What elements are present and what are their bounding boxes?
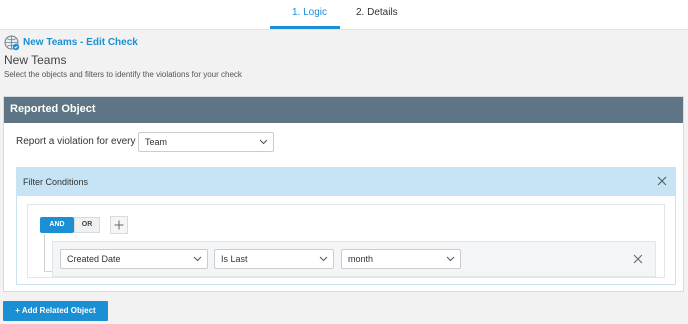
- add-condition-button[interactable]: [110, 216, 128, 234]
- chevron-down-icon: [193, 256, 202, 262]
- chevron-down-icon: [259, 139, 268, 145]
- condition-field-select[interactable]: Created Date: [60, 249, 208, 269]
- filter-conditions-title: Filter Conditions: [23, 177, 89, 187]
- plus-icon: [114, 220, 124, 230]
- and-toggle-button[interactable]: AND: [40, 217, 74, 233]
- check-globe-icon: [4, 35, 20, 51]
- reported-object-header: Reported Object: [4, 97, 683, 123]
- chevron-down-icon: [446, 256, 455, 262]
- page-title: New Teams: [4, 53, 67, 67]
- condition-unit-select[interactable]: month: [341, 249, 461, 269]
- condition-unit-value: month: [348, 254, 374, 264]
- report-object-select[interactable]: Team: [138, 132, 274, 152]
- add-related-object-button[interactable]: + Add Related Object: [3, 301, 108, 321]
- close-icon[interactable]: [657, 176, 667, 186]
- remove-condition-icon[interactable]: [633, 254, 643, 264]
- page-header: New Teams - Edit Check New Teams Select …: [0, 31, 688, 85]
- page-description: Select the objects and filters to identi…: [4, 70, 242, 79]
- wizard-tab-bar: 1. Logic 2. Details: [0, 0, 688, 30]
- active-tab-indicator: [270, 26, 340, 29]
- condition-operator-value: Is Last: [221, 254, 248, 264]
- report-object-value: Team: [145, 137, 168, 147]
- condition-operator-select[interactable]: Is Last: [214, 249, 334, 269]
- tab-details[interactable]: 2. Details: [356, 7, 398, 18]
- filter-conditions-header: Filter Conditions: [17, 168, 675, 196]
- reported-object-card: Reported Object Report a violation for e…: [3, 96, 684, 292]
- or-toggle-button[interactable]: OR: [74, 217, 100, 233]
- condition-row: Created Date Is Last month: [52, 241, 656, 277]
- tab-logic[interactable]: 1. Logic: [292, 7, 327, 18]
- filter-conditions-panel: Filter Conditions AND OR Created Date Is…: [16, 167, 676, 285]
- report-violation-label: Report a violation for every: [16, 136, 136, 147]
- chevron-down-icon: [319, 256, 328, 262]
- condition-field-value: Created Date: [67, 254, 121, 264]
- edit-check-link[interactable]: New Teams - Edit Check: [23, 37, 138, 48]
- condition-group: AND OR Created Date Is Last month: [27, 204, 665, 278]
